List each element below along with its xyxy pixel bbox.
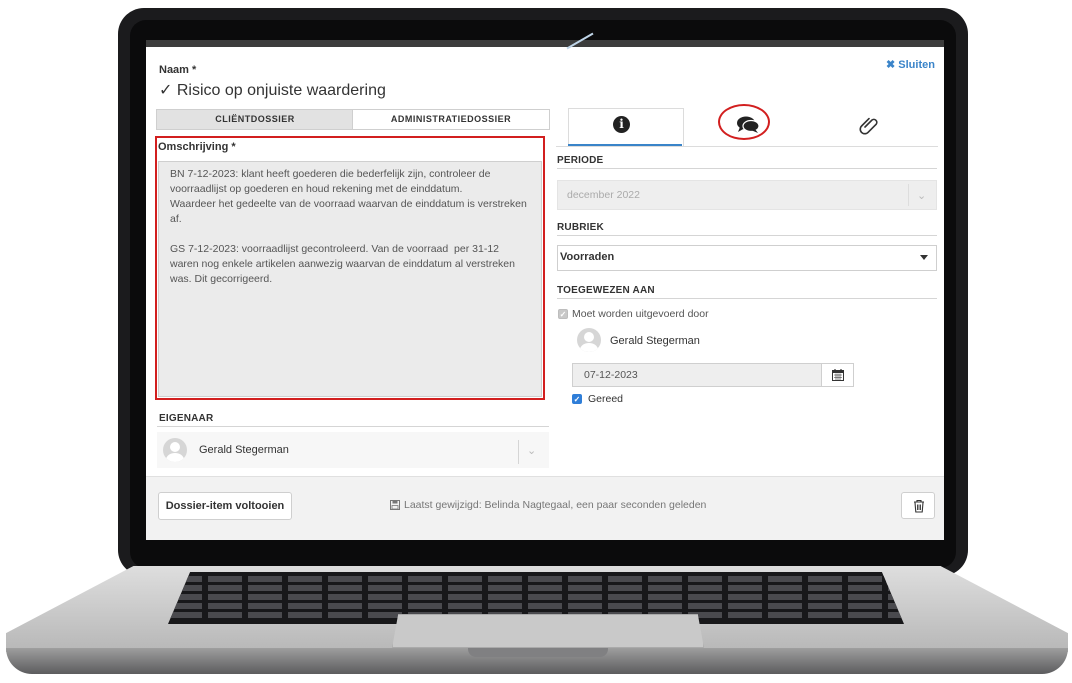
caret-down-icon[interactable] [920, 255, 928, 260]
delete-button[interactable] [901, 492, 935, 519]
owner-separator [518, 440, 519, 464]
must-execute-label: Moet worden uitgevoerd door [572, 308, 709, 320]
trash-icon [914, 499, 924, 513]
name-label: Naam * [159, 64, 197, 76]
tab-administratiedossier[interactable]: ADMINISTRATIEDOSSIER [352, 109, 550, 130]
complete-item-button[interactable]: Dossier-item voltooien [158, 492, 292, 520]
screen-bottom-bezel [146, 540, 944, 566]
assigned-label: TOEGEWEZEN AAN [557, 285, 655, 296]
calendar-icon [832, 369, 844, 381]
page-title: ✓ Risico op onjuiste waardering [159, 80, 386, 100]
assigned-divider [557, 298, 937, 299]
owner-divider [157, 426, 549, 427]
assignee-name: Gerald Stegerman [610, 335, 700, 347]
rubriek-label: RUBRIEK [557, 222, 604, 233]
calendar-button[interactable] [821, 363, 854, 387]
gereed-checkbox[interactable]: ✓ [572, 394, 582, 404]
item-title[interactable]: Risico op onjuiste waardering [177, 82, 386, 99]
must-execute-checkbox[interactable]: ✓ [558, 309, 568, 319]
periode-value: december 2022 [567, 189, 640, 201]
save-icon [390, 500, 400, 510]
chevron-down-icon[interactable]: ⌄ [527, 444, 536, 457]
periode-separator [908, 184, 909, 206]
rubriek-value: Voorraden [560, 251, 615, 263]
rubriek-divider [557, 235, 937, 236]
description-textarea[interactable]: BN 7-12-2023: klant heeft goederen die b… [158, 161, 542, 397]
paperclip-icon[interactable] [859, 114, 881, 136]
date-value: 07-12-2023 [584, 369, 638, 381]
chevron-down-icon: ⌄ [917, 190, 927, 202]
tab-clientdossier[interactable]: CLIËNTDOSSIER [156, 109, 354, 130]
owner-name: Gerald Stegerman [199, 444, 289, 456]
periode-label: PERIODE [557, 155, 604, 166]
laptop-notch [468, 648, 608, 657]
check-icon: ✓ [159, 82, 173, 99]
info-icon[interactable]: i [613, 116, 630, 133]
owner-label: EIGENAAR [159, 413, 214, 424]
avatar [163, 438, 187, 462]
tabs-divider [556, 146, 938, 147]
trackpad [392, 614, 704, 648]
comments-highlight [718, 104, 770, 140]
gereed-label: Gereed [588, 393, 624, 405]
avatar [577, 328, 601, 352]
close-button[interactable]: ✖ Sluiten [886, 58, 935, 71]
periode-divider [557, 168, 937, 169]
description-label: Omschrijving * [158, 141, 236, 153]
screen-top-bar [146, 40, 944, 47]
last-modified-text: Laatst gewijzigd: Belinda Nagtegaal, een… [404, 499, 707, 511]
